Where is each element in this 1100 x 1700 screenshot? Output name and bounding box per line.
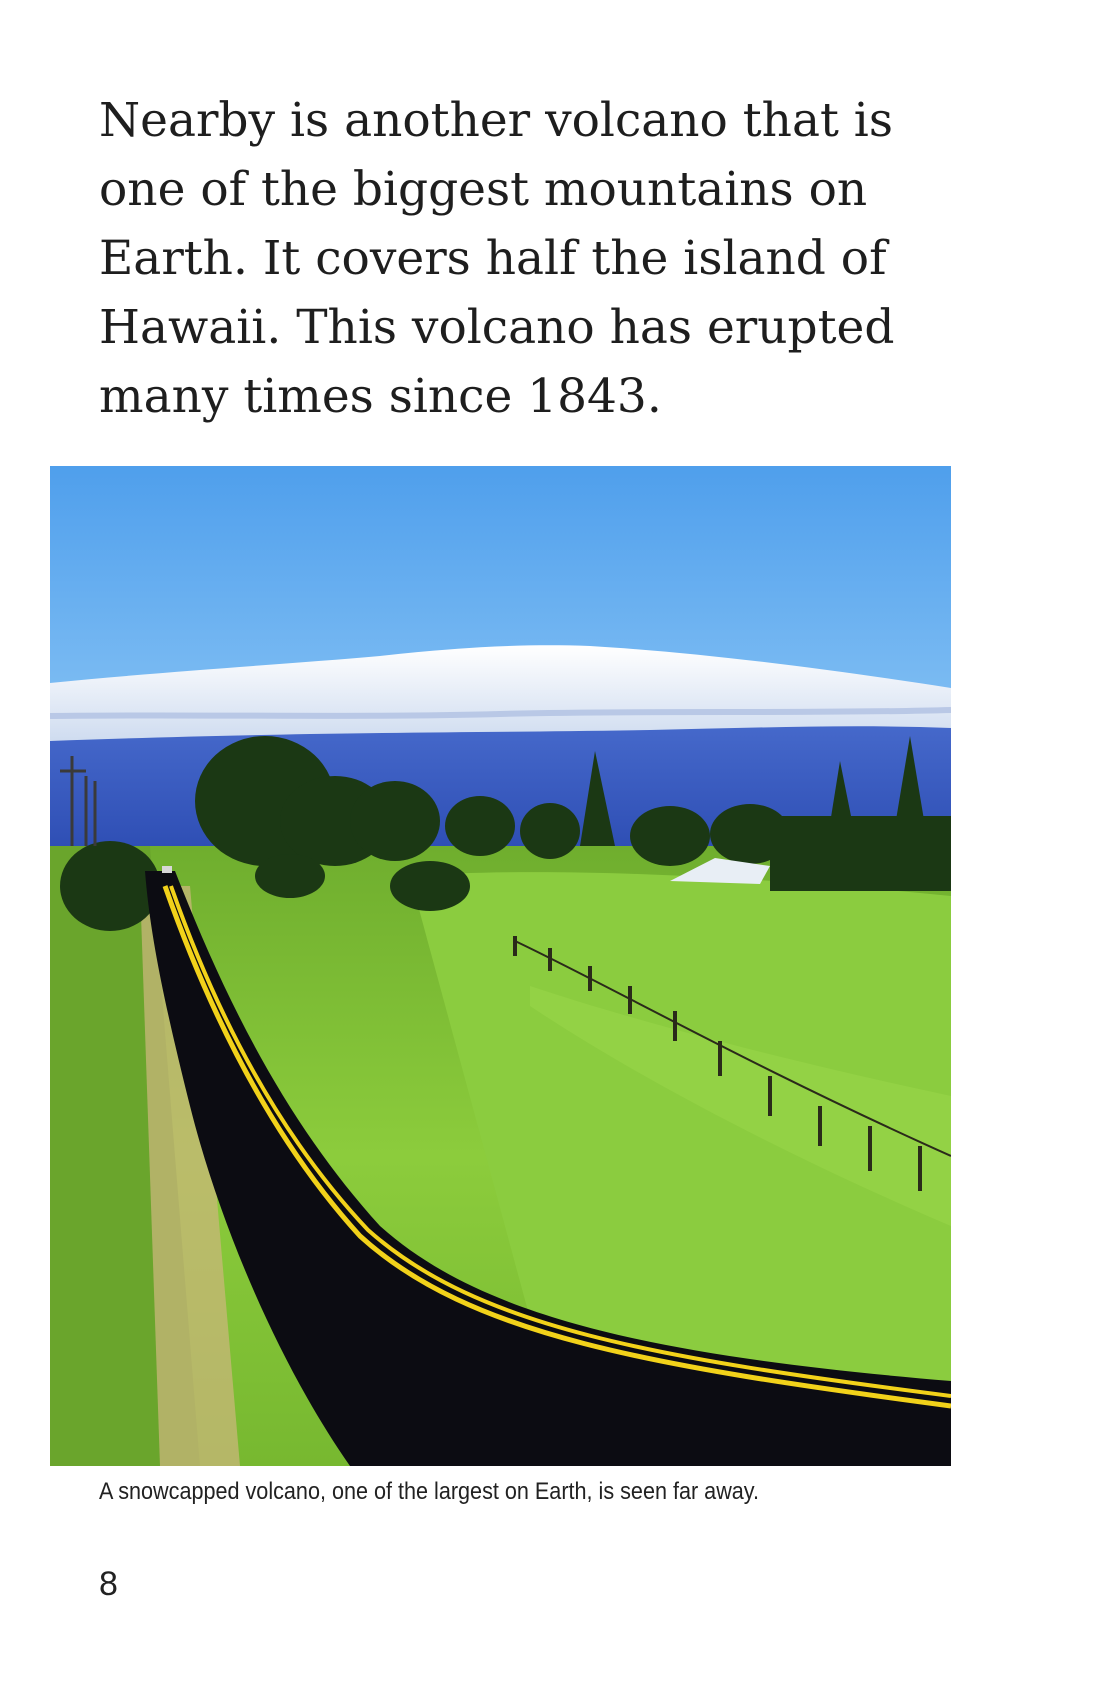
body-line: Nearby is another volcano that is — [99, 93, 893, 148]
car — [162, 866, 172, 873]
body-line: Earth. It covers half the island of — [99, 231, 887, 286]
body-line: many times since 1843. — [99, 369, 662, 424]
body-paragraph: Nearby is another volcano that is one of… — [99, 86, 895, 431]
book-page: Nearby is another volcano that is one of… — [0, 0, 1100, 1700]
body-line: Hawaii. This volcano has erupted — [99, 300, 895, 355]
body-line: one of the biggest mountains on — [99, 162, 868, 217]
page-number: 8 — [99, 1565, 118, 1603]
photo-illustration — [50, 466, 951, 1466]
photo-caption: A snowcapped volcano, one of the largest… — [99, 1478, 760, 1505]
volcano-road-photo — [50, 466, 951, 1466]
